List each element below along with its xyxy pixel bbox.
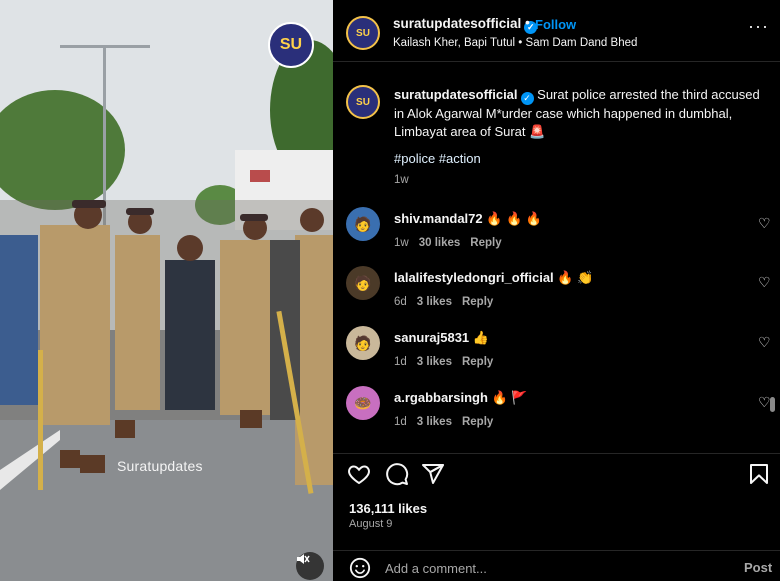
commenter-avatar[interactable]: 🧑 [346,207,380,241]
caption-avatar[interactable]: SU [346,85,380,119]
comment-input[interactable] [385,557,725,579]
post-actions: 136,111 likes August 9 [333,453,780,543]
commenter-username[interactable]: lalalifestyledongri_official [394,270,554,285]
comment-text: 🔥 🔥 🔥 [486,211,543,226]
comment-text: 🔥 👏 [557,270,594,285]
reply-button[interactable]: Reply [462,356,493,368]
comment-meta: 1w 30 likes Reply [394,237,502,249]
likes-count[interactable]: 136,111 likes [349,501,427,516]
comment-meta: 1d 3 likes Reply [394,356,493,368]
comment-item: 🧑 sanuraj5831 👍 1d 3 likes Reply ♡ [333,326,780,384]
separator-dot: • [525,14,530,30]
save-bookmark-icon[interactable] [747,462,771,486]
comment-item: 🧑 shiv.mandal72 🔥 🔥 🔥 1w 30 likes Reply ♡ [333,207,780,265]
comment-likes[interactable]: 3 likes [417,296,452,308]
reply-button[interactable]: Reply [470,237,501,249]
comment-body: lalalifestyledongri_official 🔥 👏 [394,270,593,286]
hashtag-link[interactable]: #police [394,151,435,166]
comment-body: a.rgabbarsingh 🔥 🚩 [394,390,528,406]
comment-likes[interactable]: 30 likes [419,237,461,249]
comments-scrollbar[interactable] [770,397,775,412]
like-comment-heart-icon[interactable]: ♡ [758,334,771,351]
comment-bubble-icon[interactable] [385,462,409,486]
comment-time: 1d [394,356,407,368]
comment-time: 6d [394,296,407,308]
comment-body: shiv.mandal72 🔥 🔥 🔥 [394,211,542,227]
follow-button[interactable]: Follow [535,17,576,32]
muted-speaker-icon [297,554,310,564]
emoji-icon[interactable] [349,557,371,579]
comment-meta: 1d 3 likes Reply [394,416,493,428]
post-header: SU suratupdatesofficial ✓ • Follow Kailas… [333,0,780,62]
more-options-icon[interactable]: ··· [748,16,769,37]
caption-hashtags: #police #action [394,151,481,166]
comment-item: 🧑 lalalifestyledongri_official 🔥 👏 6d 3 l… [333,266,780,324]
comment-likes[interactable]: 3 likes [417,416,452,428]
comment-text: 👍 [472,330,489,345]
comments-list[interactable]: SU suratupdatesofficial ✓ Surat police ar… [333,63,780,453]
like-comment-heart-icon[interactable]: ♡ [758,274,771,291]
commenter-username[interactable]: a.rgabbarsingh [394,390,488,405]
audio-attribution[interactable]: Kailash Kher, Bapi Tutul • Sam Dam Dand … [393,37,637,49]
author-username-text[interactable]: suratupdatesofficial [393,16,521,31]
commenter-username[interactable]: shiv.mandal72 [394,211,483,226]
comment-composer: Post [333,550,780,581]
like-comment-heart-icon[interactable]: ♡ [758,394,771,411]
commenter-username[interactable]: sanuraj5831 [394,330,469,345]
verified-badge-icon: ✓ [520,91,534,105]
post-caption: suratupdatesofficial ✓ Surat police arres… [394,86,764,141]
share-send-icon[interactable] [421,462,445,486]
comment-time: 1w [394,237,409,249]
comment-time: 1d [394,416,407,428]
post-date: August 9 [349,518,393,530]
commenter-avatar[interactable]: 🧑 [346,326,380,360]
comment-body: sanuraj5831 👍 [394,330,489,346]
reply-button[interactable]: Reply [462,296,493,308]
comment-text: 🔥 🚩 [491,390,528,405]
post-comment-button[interactable]: Post [744,560,772,575]
caption-timestamp: 1w [394,174,409,186]
author-username[interactable]: suratupdatesofficial ✓ [393,16,538,34]
reply-button[interactable]: Reply [462,416,493,428]
comment-likes[interactable]: 3 likes [417,356,452,368]
commenter-avatar[interactable]: 🧑 [346,266,380,300]
post-media[interactable]: SU Suratupdates [0,0,333,581]
author-avatar[interactable]: SU [346,16,380,50]
commenter-avatar[interactable]: 🍩 [346,386,380,420]
hashtag-link[interactable]: #action [439,151,481,166]
like-comment-heart-icon[interactable]: ♡ [758,215,771,232]
caption-username[interactable]: suratupdatesofficial [394,87,518,102]
mute-button[interactable] [296,552,324,580]
comment-meta: 6d 3 likes Reply [394,296,493,308]
media-watermark: Suratupdates [117,458,203,474]
post-panel: SU suratupdatesofficial ✓ • Follow Kailas… [333,0,780,581]
media-scene [0,0,333,581]
like-heart-icon[interactable] [347,462,371,486]
media-brand-logo: SU [268,22,314,68]
comment-item: 🍩 a.rgabbarsingh 🔥 🚩 1d 3 likes Reply ♡ [333,386,780,444]
